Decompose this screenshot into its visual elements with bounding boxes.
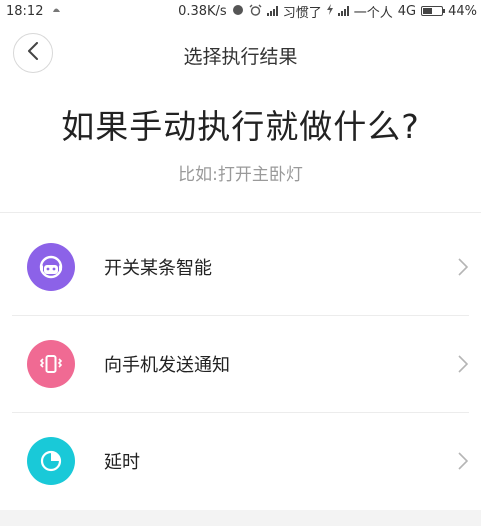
robot-icon bbox=[27, 242, 75, 291]
notification-icon bbox=[51, 4, 62, 18]
page-title: 选择执行结果 bbox=[183, 46, 298, 68]
battery-percent: 44% bbox=[448, 3, 477, 19]
chevron-right-icon bbox=[456, 257, 470, 277]
option-label: 开关某条智能 bbox=[104, 257, 212, 279]
carrier-1: 习惯了 bbox=[282, 5, 322, 21]
option-toggle-smart[interactable]: 开关某条智能 bbox=[0, 218, 481, 315]
chevron-right-icon bbox=[456, 451, 470, 471]
status-bar: 18:12 0.38K/s 习惯了 一个人 4G 44% bbox=[0, 0, 481, 22]
phone-vibrate-icon bbox=[27, 339, 75, 388]
timer-icon bbox=[27, 436, 75, 485]
chevron-right-icon bbox=[456, 354, 470, 374]
bottom-band bbox=[0, 510, 481, 526]
signal-strength-icon-2 bbox=[337, 6, 349, 16]
app-notification-icon bbox=[232, 4, 244, 19]
network-type: 4G bbox=[397, 3, 417, 19]
hint-text: 比如:打开主卧灯 bbox=[178, 165, 303, 185]
option-list: 开关某条智能 向手机发送通知 延时 bbox=[0, 218, 481, 509]
divider bbox=[0, 212, 481, 213]
alarm-icon bbox=[249, 4, 262, 19]
option-send-notification[interactable]: 向手机发送通知 bbox=[0, 315, 481, 412]
status-time: 18:12 bbox=[6, 3, 44, 19]
option-label: 延时 bbox=[104, 451, 140, 473]
battery-icon bbox=[421, 6, 446, 16]
option-delay[interactable]: 延时 bbox=[0, 412, 481, 509]
network-speed: 0.38K/s bbox=[178, 3, 227, 19]
charging-icon bbox=[326, 4, 333, 18]
carrier-2: 一个人 bbox=[353, 5, 393, 21]
signal-strength-icon bbox=[266, 6, 278, 16]
headline: 如果手动执行就做什么? bbox=[61, 107, 420, 146]
option-label: 向手机发送通知 bbox=[104, 354, 230, 376]
header: 选择执行结果 bbox=[0, 28, 481, 80]
